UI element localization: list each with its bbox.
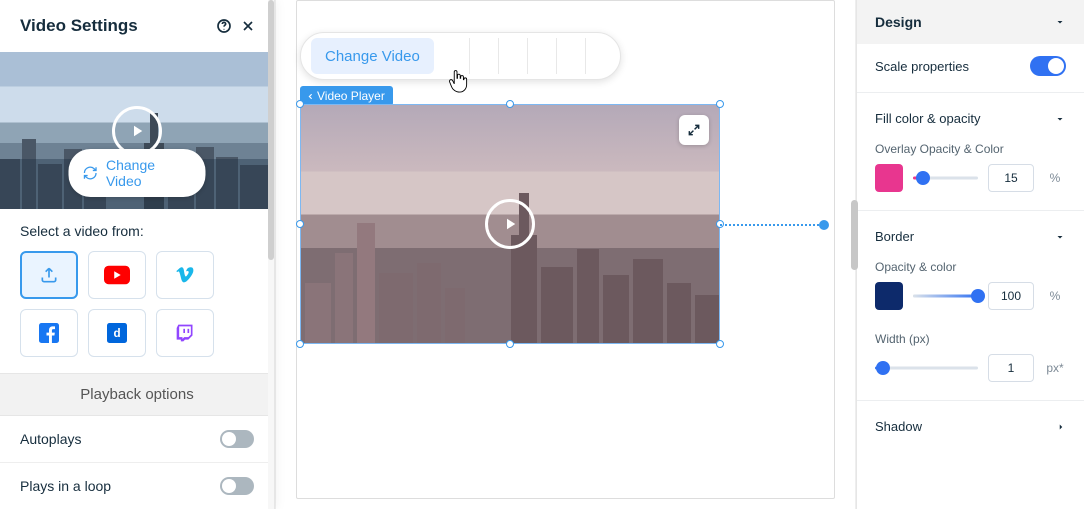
overlay-opacity-unit: % [1044, 171, 1066, 185]
scale-props-toggle[interactable] [1030, 56, 1066, 76]
scale-props-label: Scale properties [875, 59, 969, 74]
width-label: Width (px) [857, 324, 1084, 354]
design-header: Design [875, 14, 922, 30]
cursor-icon [446, 70, 468, 94]
panel-title: Video Settings [20, 16, 212, 36]
select-source-label: Select a video from: [0, 209, 274, 251]
resize-handle[interactable] [296, 340, 304, 348]
close-icon[interactable] [236, 14, 260, 38]
option-loop-toggle[interactable] [220, 477, 254, 495]
video-settings-panel: Video Settings [0, 0, 275, 509]
alignment-guide-handle[interactable] [819, 220, 829, 230]
overlay-opacity-value[interactable]: 15 [988, 164, 1034, 192]
overlay-color-swatch[interactable] [875, 164, 903, 192]
source-facebook[interactable] [20, 309, 78, 357]
source-vimeo[interactable] [156, 251, 214, 299]
design-panel: Design Scale properties Fill color & opa… [856, 0, 1084, 509]
canvas-area[interactable]: Change Video [275, 0, 856, 509]
overlay-opacity-label: Overlay Opacity & Color [857, 134, 1084, 164]
width-slider[interactable] [875, 358, 978, 378]
playback-header: Playback options [0, 373, 274, 416]
overlay-opacity-slider[interactable] [913, 168, 978, 188]
shadow-label: Shadow [875, 419, 922, 434]
resize-handle[interactable] [716, 340, 724, 348]
chevron-down-icon[interactable] [1054, 113, 1066, 125]
border-opacity-value[interactable]: 100 [988, 282, 1034, 310]
selection-badge: Video Player [300, 86, 393, 106]
toolbar-settings-icon[interactable] [441, 38, 470, 74]
fill-color-label: Fill color & opacity [875, 111, 980, 126]
chevron-right-icon[interactable] [1056, 422, 1066, 432]
option-autoplays-label: Autoplays [20, 431, 220, 447]
svg-text:d: d [113, 327, 120, 340]
width-value[interactable]: 1 [988, 354, 1034, 382]
chevron-down-icon[interactable] [1054, 231, 1066, 243]
toolbar-change-video[interactable]: Change Video [311, 38, 434, 74]
resize-handle[interactable] [506, 100, 514, 108]
option-autoplays-toggle[interactable] [220, 430, 254, 448]
width-unit: px* [1044, 361, 1066, 375]
video-thumb[interactable]: Change Video [0, 52, 274, 209]
resize-handle[interactable] [296, 220, 304, 228]
source-twitch[interactable] [156, 309, 214, 357]
video-player-element[interactable] [300, 104, 720, 344]
help-icon[interactable] [212, 14, 236, 38]
center-scrollbar[interactable] [851, 200, 858, 270]
source-dailymotion[interactable]: d [88, 309, 146, 357]
option-loop-label: Plays in a loop [20, 478, 220, 494]
chevron-down-icon[interactable] [1054, 16, 1066, 28]
toolbar-animation-icon[interactable] [499, 38, 528, 74]
source-youtube[interactable] [88, 251, 146, 299]
border-label: Border [875, 229, 914, 244]
resize-handle[interactable] [506, 340, 514, 348]
border-opacity-slider[interactable] [913, 286, 978, 306]
source-upload[interactable] [20, 251, 78, 299]
alignment-guide [720, 224, 823, 226]
toolbar-help-icon[interactable] [557, 38, 586, 74]
toolbar-layout-icon[interactable] [470, 38, 499, 74]
play-icon[interactable] [112, 106, 162, 156]
left-scrollbar[interactable] [268, 0, 274, 509]
change-video-button[interactable]: Change Video [69, 149, 206, 197]
opacity-color-label: Opacity & color [857, 252, 1084, 282]
border-color-swatch[interactable] [875, 282, 903, 310]
play-icon[interactable] [485, 199, 535, 249]
expand-icon[interactable] [679, 115, 709, 145]
toolbar-chat-icon[interactable] [528, 38, 557, 74]
toolbar-more-icon[interactable] [586, 38, 614, 74]
change-video-label: Change Video [106, 157, 192, 189]
border-opacity-unit: % [1044, 289, 1066, 303]
resize-handle[interactable] [716, 100, 724, 108]
resize-handle[interactable] [296, 100, 304, 108]
